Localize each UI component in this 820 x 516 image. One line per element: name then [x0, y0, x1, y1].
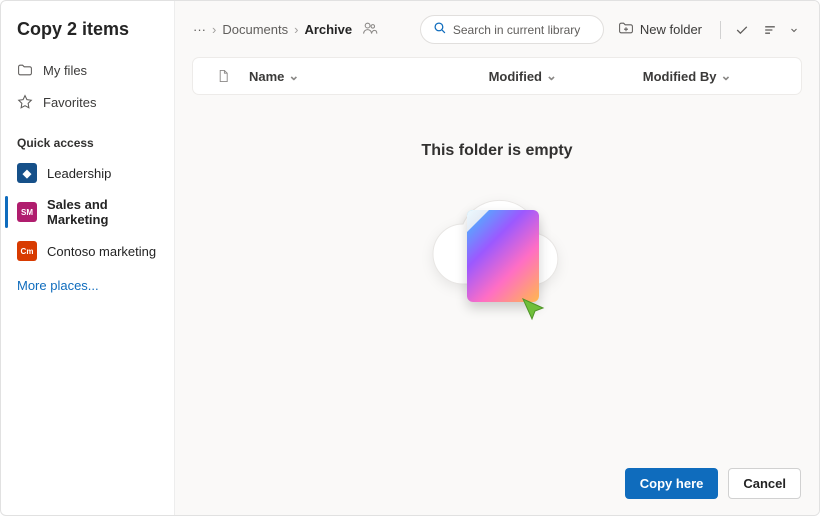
search-input[interactable]: Search in current library: [420, 15, 604, 44]
dialog-footer: Copy here Cancel: [175, 456, 819, 515]
nav-favorites-label: Favorites: [43, 95, 96, 110]
chevron-right-icon: ›: [212, 22, 216, 37]
quick-access-sales-marketing[interactable]: SM Sales and Marketing: [1, 190, 174, 234]
copy-here-button[interactable]: Copy here: [625, 468, 719, 499]
dialog-title: Copy 2 items: [1, 19, 174, 54]
site-icon: Cm: [17, 241, 37, 261]
cursor-icon: [519, 295, 549, 328]
column-modified-by[interactable]: Modified By ⌄: [643, 68, 785, 84]
empty-state-title: This folder is empty: [421, 142, 572, 160]
quick-access-item-label: Sales and Marketing: [47, 197, 162, 227]
site-icon: ◆: [17, 163, 37, 183]
nav-favorites[interactable]: Favorites: [1, 86, 174, 118]
doc-type-column: [209, 69, 237, 83]
column-headers: Name ⌄ Modified ⌄ Modified By ⌄: [193, 58, 801, 94]
folder-icon: [17, 62, 33, 78]
empty-state-illustration: [417, 184, 577, 334]
breadcrumb-parent[interactable]: Documents: [222, 22, 288, 37]
separator: [720, 21, 721, 39]
breadcrumb-overflow[interactable]: ···: [193, 22, 206, 37]
breadcrumb-current: Archive: [304, 22, 352, 37]
toolbar: ··· › Documents › Archive Search in curr…: [175, 1, 819, 54]
sidebar: Copy 2 items My files Favorites Quick ac…: [1, 1, 175, 515]
new-folder-icon: [618, 20, 634, 39]
cancel-button[interactable]: Cancel: [728, 468, 801, 499]
star-icon: [17, 94, 33, 110]
site-icon: SM: [17, 202, 37, 222]
document-icon: [467, 210, 539, 302]
more-places-link[interactable]: More places...: [1, 268, 174, 303]
view-options-button[interactable]: [759, 19, 781, 41]
nav-my-files[interactable]: My files: [1, 54, 174, 86]
empty-state: This folder is empty: [175, 94, 819, 456]
chevron-down-icon: ⌄: [720, 68, 731, 84]
chevron-right-icon: ›: [294, 22, 298, 37]
checkmark-button[interactable]: [731, 19, 753, 41]
search-placeholder: Search in current library: [453, 23, 580, 37]
quick-access-item-label: Leadership: [47, 166, 111, 181]
quick-access-leadership[interactable]: ◆ Leadership: [1, 156, 174, 190]
breadcrumb: ··· › Documents › Archive: [193, 20, 378, 39]
new-folder-label: New folder: [640, 22, 702, 37]
search-icon: [433, 21, 447, 38]
chevron-down-icon: ⌄: [546, 68, 557, 84]
dialog-copy-items: Copy 2 items My files Favorites Quick ac…: [0, 0, 820, 516]
column-name[interactable]: Name ⌄: [249, 68, 477, 84]
new-folder-button[interactable]: New folder: [610, 16, 710, 43]
nav-my-files-label: My files: [43, 63, 87, 78]
main-pane: ··· › Documents › Archive Search in curr…: [175, 1, 819, 515]
chevron-down-icon: ⌄: [288, 68, 299, 84]
column-modified[interactable]: Modified ⌄: [489, 68, 631, 84]
quick-access-heading: Quick access: [1, 118, 174, 156]
quick-access-item-label: Contoso marketing: [47, 244, 156, 259]
people-icon: [362, 20, 378, 39]
chevron-down-icon[interactable]: [787, 19, 801, 41]
quick-access-contoso[interactable]: Cm Contoso marketing: [1, 234, 174, 268]
